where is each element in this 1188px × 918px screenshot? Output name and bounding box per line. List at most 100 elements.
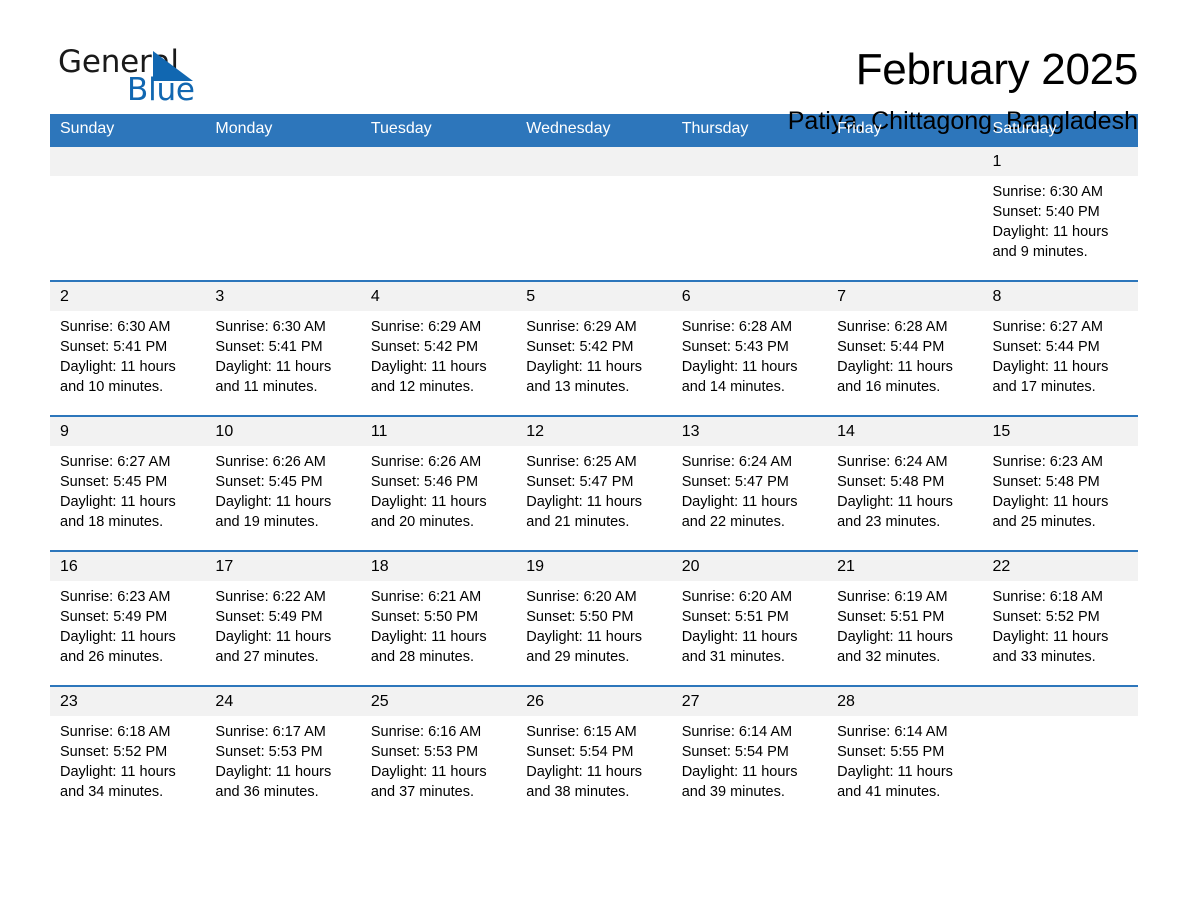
logo-text-blue: Blue <box>127 72 195 108</box>
day-number: 4 <box>360 282 517 311</box>
calendar-day-cell[interactable]: 4 Sunrise: 6:29 AM Sunset: 5:42 PM Daylig… <box>360 280 517 416</box>
day-number <box>50 147 206 176</box>
calendar-day-cell[interactable]: 13 Sunrise: 6:24 AM Sunset: 5:47 PM Dayli… <box>671 415 828 551</box>
sun-times-text: Sunrise: 6:22 AM Sunset: 5:49 PM Dayligh… <box>215 589 332 665</box>
day-cell-content: 9 Sunrise: 6:27 AM Sunset: 5:45 PM Daylig… <box>50 417 206 550</box>
calendar-day-cell[interactable]: 18 Sunrise: 6:21 AM Sunset: 5:50 PM Dayli… <box>360 550 517 686</box>
sun-times-text: Sunrise: 6:26 AM Sunset: 5:46 PM Dayligh… <box>370 454 487 530</box>
sun-times-text: Sunrise: 6:18 AM Sunset: 5:52 PM Dayligh… <box>992 589 1109 665</box>
calendar-page: General Blue February 2025 Patiya, Chitt… <box>0 0 1188 918</box>
day-cell-content: 12 Sunrise: 6:25 AM Sunset: 5:47 PM Dayli… <box>516 417 672 550</box>
day-cell-content: 21 Sunrise: 6:19 AM Sunset: 5:51 PM Dayli… <box>827 552 983 685</box>
day-cell-content: 6 Sunrise: 6:28 AM Sunset: 5:43 PM Daylig… <box>671 282 828 415</box>
calendar-day-cell[interactable]: 2 Sunrise: 6:30 AM Sunset: 5:41 PM Daylig… <box>50 280 206 416</box>
day-number <box>827 147 983 176</box>
calendar-day-cell[interactable]: 11 Sunrise: 6:26 AM Sunset: 5:46 PM Dayli… <box>360 415 517 551</box>
calendar-day-cell[interactable]: 15 Sunrise: 6:23 AM Sunset: 5:48 PM Dayli… <box>982 415 1138 551</box>
day-number: 22 <box>982 552 1138 581</box>
calendar-day-cell[interactable]: 5 Sunrise: 6:29 AM Sunset: 5:42 PM Daylig… <box>516 280 672 416</box>
sun-times-text: Sunrise: 6:20 AM Sunset: 5:51 PM Dayligh… <box>681 589 798 665</box>
calendar-empty-cell <box>50 145 206 281</box>
calendar-day-cell[interactable]: 19 Sunrise: 6:20 AM Sunset: 5:50 PM Dayli… <box>516 550 672 686</box>
calendar-day-cell[interactable]: 17 Sunrise: 6:22 AM Sunset: 5:49 PM Dayli… <box>205 550 361 686</box>
calendar-day-cell[interactable]: 23 Sunrise: 6:18 AM Sunset: 5:52 PM Dayli… <box>50 685 206 821</box>
day-number: 14 <box>827 417 983 446</box>
sun-times-text: Sunrise: 6:23 AM Sunset: 5:49 PM Dayligh… <box>60 589 176 665</box>
day-cell-content: 15 Sunrise: 6:23 AM Sunset: 5:48 PM Dayli… <box>982 417 1138 550</box>
sun-times-text: Sunrise: 6:30 AM Sunset: 5:41 PM Dayligh… <box>215 319 332 395</box>
calendar-empty-cell <box>516 145 672 281</box>
day-number: 26 <box>516 687 672 716</box>
day-cell-content: 27 Sunrise: 6:14 AM Sunset: 5:54 PM Dayli… <box>671 687 828 821</box>
calendar-day-cell[interactable]: 3 Sunrise: 6:30 AM Sunset: 5:41 PM Daylig… <box>205 280 361 416</box>
calendar-day-cell[interactable]: 14 Sunrise: 6:24 AM Sunset: 5:48 PM Dayli… <box>827 415 983 551</box>
day-number: 23 <box>50 687 206 716</box>
sun-times-text: Sunrise: 6:27 AM Sunset: 5:44 PM Dayligh… <box>992 319 1109 395</box>
sun-times-text: Sunrise: 6:26 AM Sunset: 5:45 PM Dayligh… <box>215 454 332 530</box>
day-cell-content: 24 Sunrise: 6:17 AM Sunset: 5:53 PM Dayli… <box>205 687 361 821</box>
day-number <box>982 687 1138 716</box>
calendar-body: 1 Sunrise: 6:30 AM Sunset: 5:40 PM Daylig… <box>50 145 1138 821</box>
day-cell-content: 28 Sunrise: 6:14 AM Sunset: 5:55 PM Dayli… <box>827 687 983 821</box>
day-cell-content: 18 Sunrise: 6:21 AM Sunset: 5:50 PM Dayli… <box>360 552 517 685</box>
day-number <box>205 147 361 176</box>
day-number: 5 <box>516 282 672 311</box>
day-cell-content <box>516 147 672 280</box>
page-header: General Blue February 2025 Patiya, Chitt… <box>50 0 1139 135</box>
calendar-day-cell[interactable]: 12 Sunrise: 6:25 AM Sunset: 5:47 PM Dayli… <box>516 415 672 551</box>
day-cell-content <box>827 147 983 280</box>
sun-times-text: Sunrise: 6:30 AM Sunset: 5:41 PM Dayligh… <box>60 319 176 395</box>
sun-times-text <box>361 176 516 182</box>
weekday-header-monday: Monday <box>205 114 361 146</box>
day-number: 6 <box>671 282 828 311</box>
calendar-day-cell[interactable]: 27 Sunrise: 6:14 AM Sunset: 5:54 PM Dayli… <box>671 685 828 821</box>
sun-times-text: Sunrise: 6:17 AM Sunset: 5:53 PM Dayligh… <box>215 724 332 800</box>
day-cell-content <box>50 147 206 280</box>
sun-times-text: Sunrise: 6:25 AM Sunset: 5:47 PM Dayligh… <box>526 454 643 530</box>
day-number: 15 <box>982 417 1138 446</box>
day-number: 1 <box>982 147 1138 176</box>
weekday-header-tuesday: Tuesday <box>360 114 517 146</box>
day-number <box>671 147 828 176</box>
calendar-day-cell[interactable]: 7 Sunrise: 6:28 AM Sunset: 5:44 PM Daylig… <box>827 280 983 416</box>
day-number: 18 <box>360 552 517 581</box>
sun-times-text <box>672 176 827 182</box>
sun-times-text <box>516 176 671 182</box>
calendar-day-cell[interactable]: 16 Sunrise: 6:23 AM Sunset: 5:49 PM Dayli… <box>50 550 206 686</box>
day-cell-content: 25 Sunrise: 6:16 AM Sunset: 5:53 PM Dayli… <box>360 687 517 821</box>
day-cell-content <box>360 147 517 280</box>
calendar-day-cell[interactable]: 21 Sunrise: 6:19 AM Sunset: 5:51 PM Dayli… <box>827 550 983 686</box>
calendar-day-cell[interactable]: 9 Sunrise: 6:27 AM Sunset: 5:45 PM Daylig… <box>50 415 206 551</box>
day-number: 9 <box>50 417 206 446</box>
calendar-day-cell[interactable]: 20 Sunrise: 6:20 AM Sunset: 5:51 PM Dayli… <box>671 550 828 686</box>
page-title: February 2025 <box>855 45 1139 94</box>
sun-times-text: Sunrise: 6:23 AM Sunset: 5:48 PM Dayligh… <box>992 454 1109 530</box>
sun-times-text: Sunrise: 6:29 AM Sunset: 5:42 PM Dayligh… <box>370 319 487 395</box>
sun-times-text: Sunrise: 6:28 AM Sunset: 5:43 PM Dayligh… <box>681 319 798 395</box>
sun-times-text: Sunrise: 6:21 AM Sunset: 5:50 PM Dayligh… <box>370 589 487 665</box>
day-number: 3 <box>205 282 361 311</box>
day-number: 27 <box>671 687 828 716</box>
calendar-day-cell[interactable]: 1 Sunrise: 6:30 AM Sunset: 5:40 PM Daylig… <box>982 145 1138 281</box>
weekday-header-sunday: Sunday <box>50 114 206 146</box>
calendar-day-cell[interactable]: 22 Sunrise: 6:18 AM Sunset: 5:52 PM Dayli… <box>982 550 1138 686</box>
day-number: 28 <box>827 687 983 716</box>
day-cell-content: 10 Sunrise: 6:26 AM Sunset: 5:45 PM Dayli… <box>205 417 361 550</box>
calendar-day-cell[interactable]: 25 Sunrise: 6:16 AM Sunset: 5:53 PM Dayli… <box>360 685 517 821</box>
calendar-day-cell[interactable]: 28 Sunrise: 6:14 AM Sunset: 5:55 PM Dayli… <box>827 685 983 821</box>
calendar-day-cell[interactable]: 6 Sunrise: 6:28 AM Sunset: 5:43 PM Daylig… <box>671 280 828 416</box>
calendar-empty-cell <box>827 145 983 281</box>
day-cell-content: 7 Sunrise: 6:28 AM Sunset: 5:44 PM Daylig… <box>827 282 983 415</box>
calendar-week-row: 16 Sunrise: 6:23 AM Sunset: 5:49 PM Dayli… <box>50 550 1138 686</box>
calendar-day-cell[interactable]: 10 Sunrise: 6:26 AM Sunset: 5:45 PM Dayli… <box>205 415 361 551</box>
calendar-day-cell[interactable]: 8 Sunrise: 6:27 AM Sunset: 5:44 PM Daylig… <box>982 280 1138 416</box>
day-number: 16 <box>50 552 206 581</box>
day-cell-content: 11 Sunrise: 6:26 AM Sunset: 5:46 PM Dayli… <box>360 417 517 550</box>
day-number: 7 <box>827 282 983 311</box>
calendar-day-cell[interactable]: 24 Sunrise: 6:17 AM Sunset: 5:53 PM Dayli… <box>205 685 361 821</box>
sun-times-text: Sunrise: 6:27 AM Sunset: 5:45 PM Dayligh… <box>60 454 176 530</box>
calendar-empty-cell <box>205 145 361 281</box>
calendar-day-cell[interactable]: 26 Sunrise: 6:15 AM Sunset: 5:54 PM Dayli… <box>516 685 672 821</box>
day-cell-content: 14 Sunrise: 6:24 AM Sunset: 5:48 PM Dayli… <box>827 417 983 550</box>
calendar-empty-cell <box>671 145 828 281</box>
